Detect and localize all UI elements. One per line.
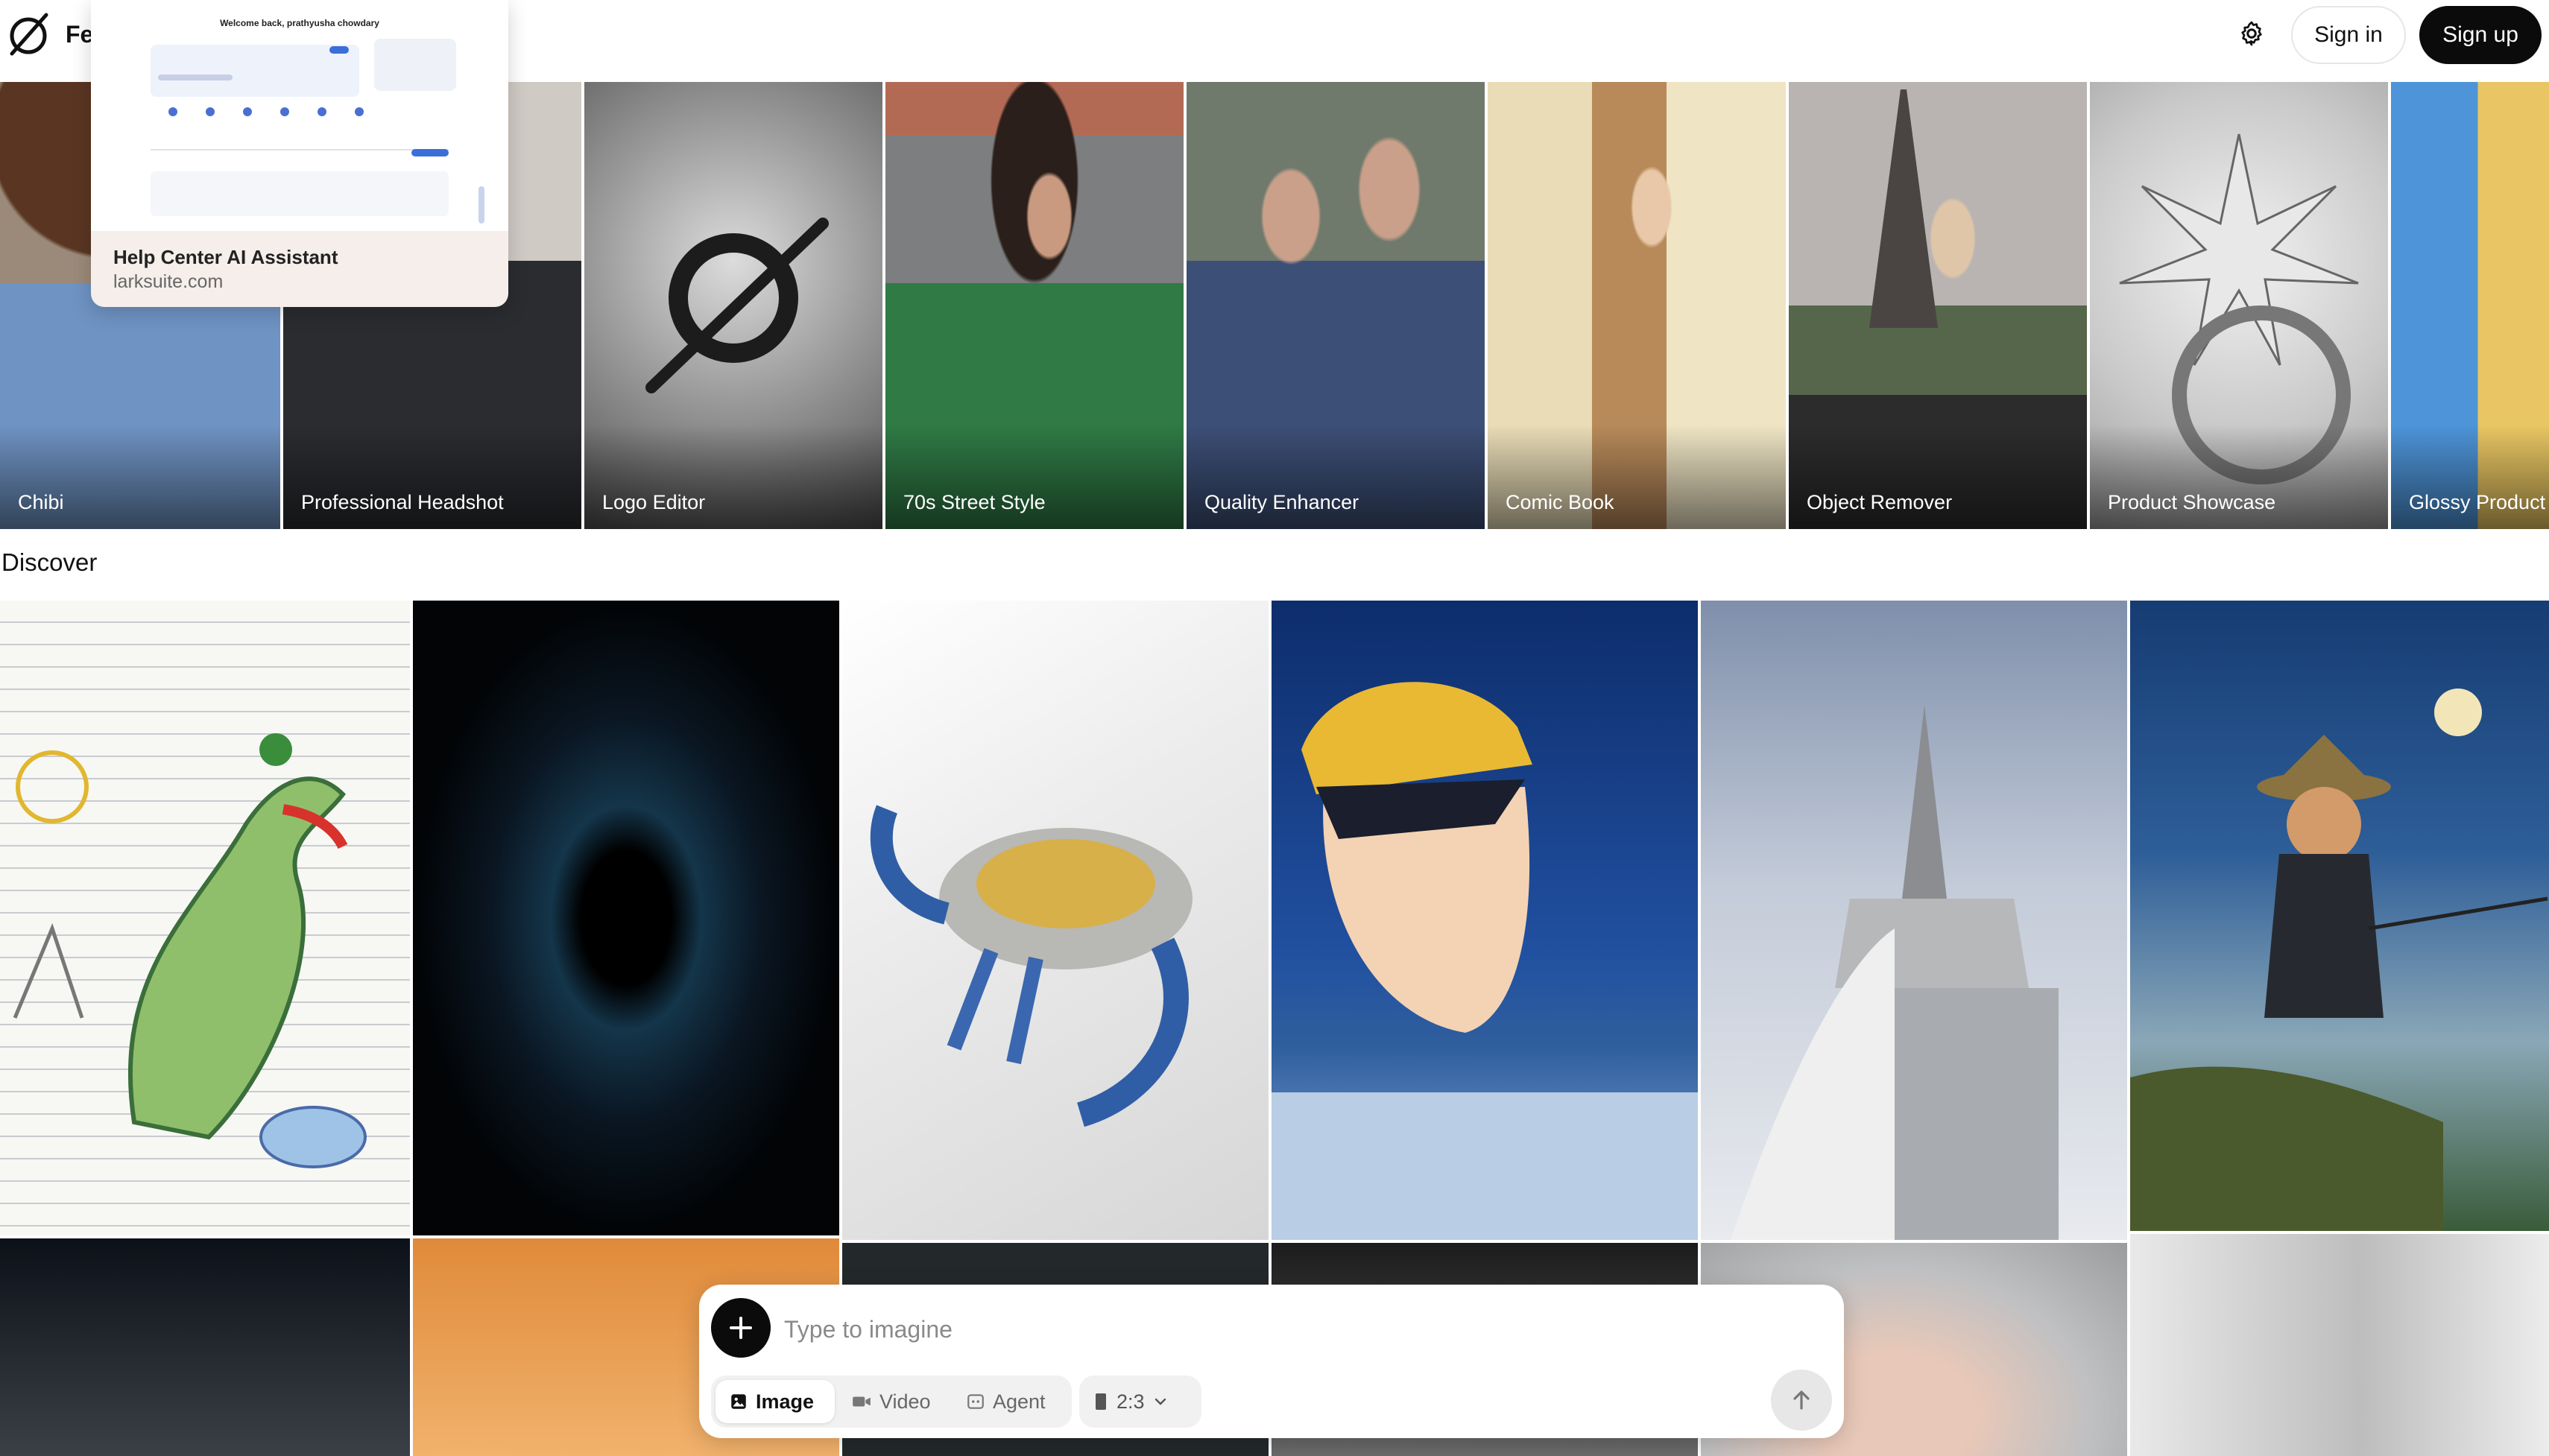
sign-in-button[interactable]: Sign in bbox=[2291, 6, 2406, 64]
tool-card-label: Glossy Product bbox=[2409, 491, 2546, 513]
mode-video-button[interactable]: Video bbox=[838, 1380, 950, 1423]
video-camera-icon bbox=[853, 1396, 871, 1407]
tool-card-product-showcase[interactable]: Product Showcase bbox=[2090, 82, 2388, 529]
tool-card-70s-street-style[interactable]: 70s Street Style bbox=[885, 82, 1184, 529]
chevron-down-icon bbox=[1155, 1398, 1166, 1405]
tool-card-label: Logo Editor bbox=[602, 491, 706, 513]
mode-label: Image bbox=[756, 1390, 815, 1413]
prompt-input[interactable] bbox=[783, 1304, 1754, 1355]
mode-selector: Image Video Agent bbox=[711, 1376, 1072, 1428]
mode-agent-button[interactable]: Agent bbox=[953, 1380, 1067, 1423]
tool-card-object-remover[interactable]: Object Remover bbox=[1789, 82, 2087, 529]
mode-image-button[interactable]: Image bbox=[716, 1380, 835, 1423]
tool-card-glossy-product[interactable]: Glossy Product bbox=[2391, 82, 2549, 529]
gallery-tile-anime-boy[interactable] bbox=[1272, 601, 1698, 1240]
tool-card-label: Object Remover bbox=[1807, 491, 1953, 513]
plus-icon[interactable] bbox=[711, 1298, 771, 1358]
slashed-circle-logo-icon[interactable] bbox=[4, 10, 52, 58]
gallery-tile-black-hole[interactable] bbox=[413, 601, 839, 1235]
tool-card-label: Quality Enhancer bbox=[1204, 491, 1359, 513]
tower-building-image bbox=[1731, 705, 2059, 1240]
tool-card-label: Comic Book bbox=[1506, 491, 1614, 513]
brand-name[interactable]: Fe bbox=[66, 16, 93, 52]
link-preview-url: larksuite.com bbox=[113, 271, 224, 292]
portrait-ratio-icon bbox=[1096, 1393, 1106, 1410]
gallery-tile-futuristic-tower[interactable] bbox=[1701, 601, 2127, 1240]
tool-card-comic-book[interactable]: Comic Book bbox=[1488, 82, 1786, 529]
dinosaur-drawing-image bbox=[13, 733, 367, 1168]
aspect-ratio-value: 2:3 bbox=[1116, 1390, 1145, 1413]
gallery-tile-crab[interactable] bbox=[842, 601, 1269, 1240]
link-preview-popover[interactable]: Welcome back, prathyusha chowdary Help C… bbox=[91, 0, 508, 307]
fishing-character-image bbox=[2130, 689, 2548, 1231]
tool-card-label: 70s Street Style bbox=[903, 491, 1046, 513]
link-preview-thumbnail: Welcome back, prathyusha chowdary bbox=[91, 0, 508, 231]
gallery-tile-fog[interactable] bbox=[2130, 1234, 2549, 1456]
aspect-ratio-selector[interactable]: 2:3 bbox=[1079, 1376, 1201, 1428]
anime-boy-image bbox=[1272, 682, 1698, 1240]
tool-card-quality-enhancer[interactable]: Quality Enhancer bbox=[1187, 82, 1485, 529]
arrow-up-icon[interactable] bbox=[1771, 1370, 1832, 1431]
mode-label: Agent bbox=[993, 1390, 1046, 1413]
preview-heading: Welcome back, prathyusha chowdary bbox=[220, 18, 379, 28]
tool-card-label: Product Showcase bbox=[2108, 491, 2276, 513]
mode-label: Video bbox=[879, 1390, 931, 1413]
gear-icon[interactable] bbox=[2236, 16, 2267, 51]
discover-heading: Discover bbox=[1, 548, 98, 576]
gallery-tile-fishing-kid[interactable] bbox=[2130, 601, 2549, 1231]
agent-icon bbox=[967, 1394, 984, 1409]
tool-card-label: Chibi bbox=[18, 491, 64, 513]
sign-up-button[interactable]: Sign up bbox=[2419, 6, 2542, 64]
robotic-crab-image bbox=[870, 805, 1193, 1127]
link-preview-title: Help Center AI Assistant bbox=[113, 246, 338, 268]
tool-card-label: Professional Headshot bbox=[301, 491, 504, 513]
prompt-composer: Image Video Agent 2:3 bbox=[699, 1285, 1844, 1438]
image-icon bbox=[731, 1394, 746, 1409]
tool-card-logo-editor[interactable]: Logo Editor bbox=[584, 82, 882, 529]
gallery-tile-space[interactable] bbox=[0, 1238, 410, 1456]
gallery-tile-dino-drawing[interactable] bbox=[0, 601, 410, 1235]
